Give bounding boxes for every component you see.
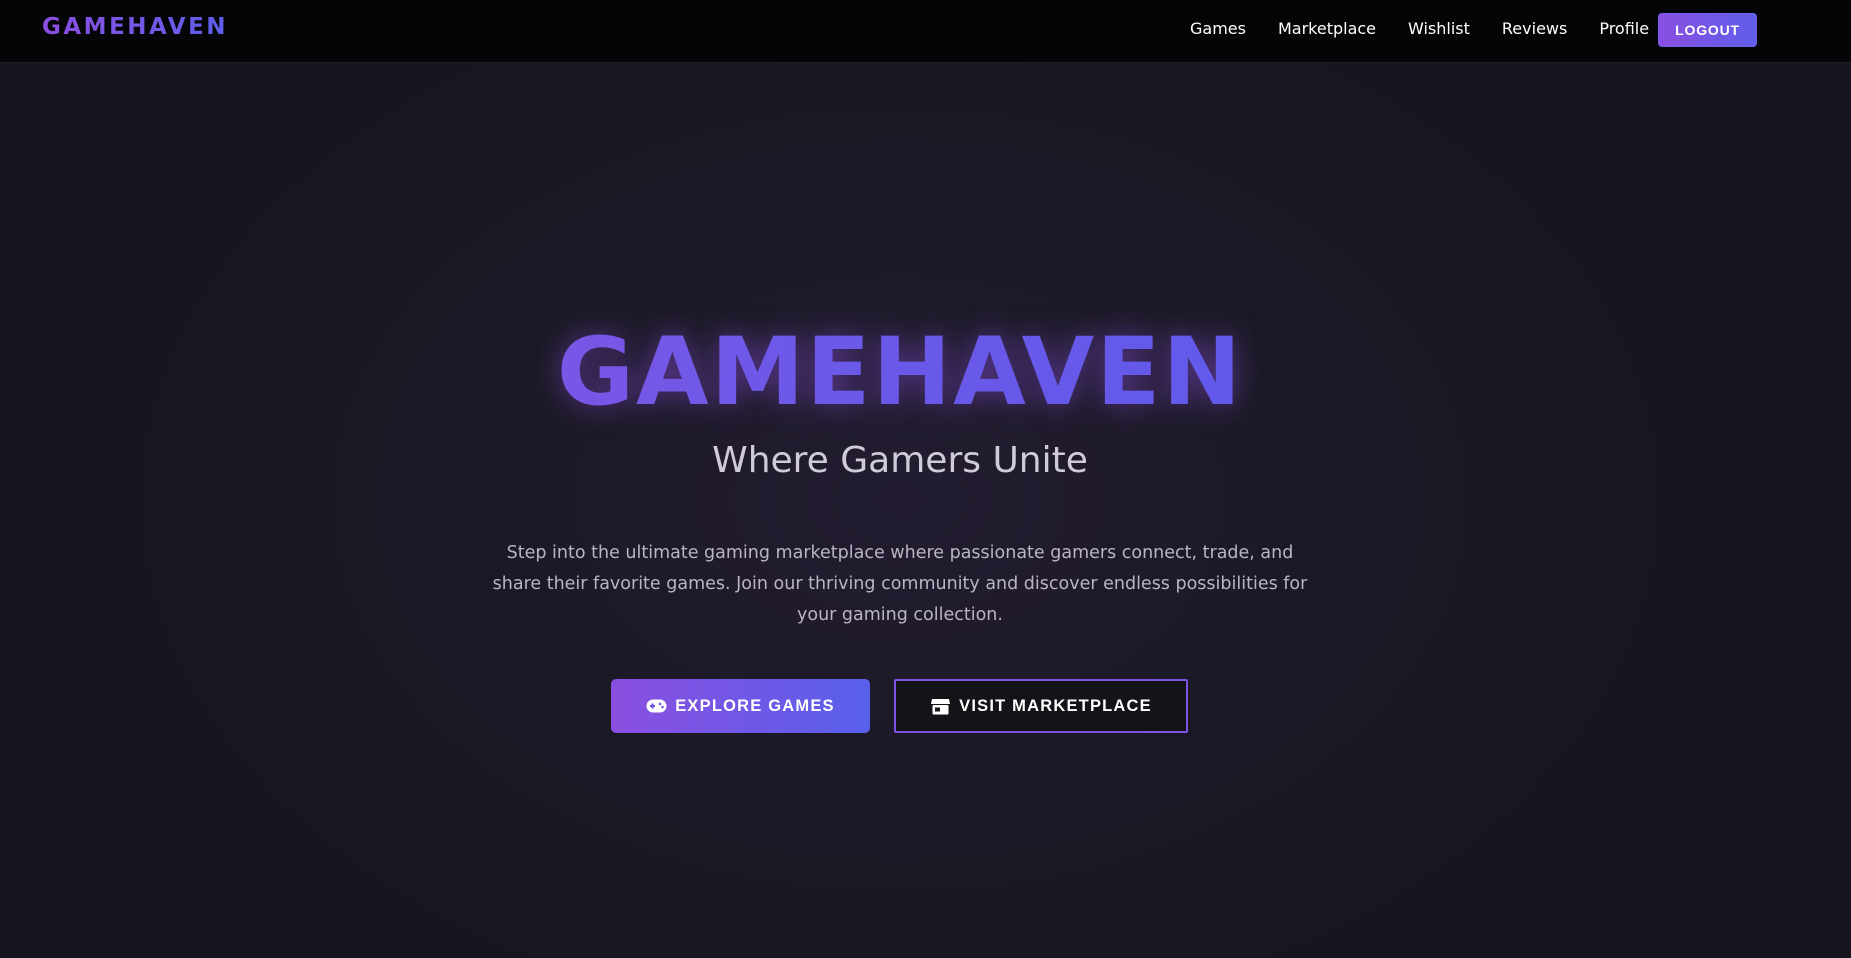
hero-title: GAMEHAVEN	[0, 318, 1800, 428]
visit-marketplace-label: VISIT MARKETPLACE	[959, 696, 1152, 715]
main-nav: Games Marketplace Wishlist Reviews Profi…	[1190, 19, 1649, 38]
brand-logo[interactable]: GAMEHAVEN	[42, 14, 228, 40]
store-icon	[930, 697, 951, 715]
visit-marketplace-button[interactable]: VISIT MARKETPLACE	[894, 679, 1188, 733]
top-navbar: GAMEHAVEN Games Marketplace Wishlist Rev…	[0, 0, 1851, 63]
gamepad-icon	[646, 697, 667, 715]
nav-link-reviews[interactable]: Reviews	[1502, 19, 1567, 38]
explore-games-label: EXPLORE GAMES	[675, 696, 835, 715]
logout-button[interactable]: LOGOUT	[1658, 13, 1757, 47]
cta-buttons: EXPLORE GAMES VISIT MARKETPLACE	[0, 679, 1800, 734]
nav-link-profile[interactable]: Profile	[1599, 19, 1649, 38]
hero-description: Step into the ultimate gaming marketplac…	[492, 543, 1308, 625]
page: GAMEHAVEN Games Marketplace Wishlist Rev…	[0, 0, 1851, 958]
nav-link-games[interactable]: Games	[1190, 19, 1246, 38]
explore-games-button[interactable]: EXPLORE GAMES	[611, 679, 870, 733]
nav-link-wishlist[interactable]: Wishlist	[1408, 19, 1470, 38]
hero-subtitle: Where Gamers Unite	[712, 440, 1088, 481]
nav-link-marketplace[interactable]: Marketplace	[1278, 19, 1376, 38]
